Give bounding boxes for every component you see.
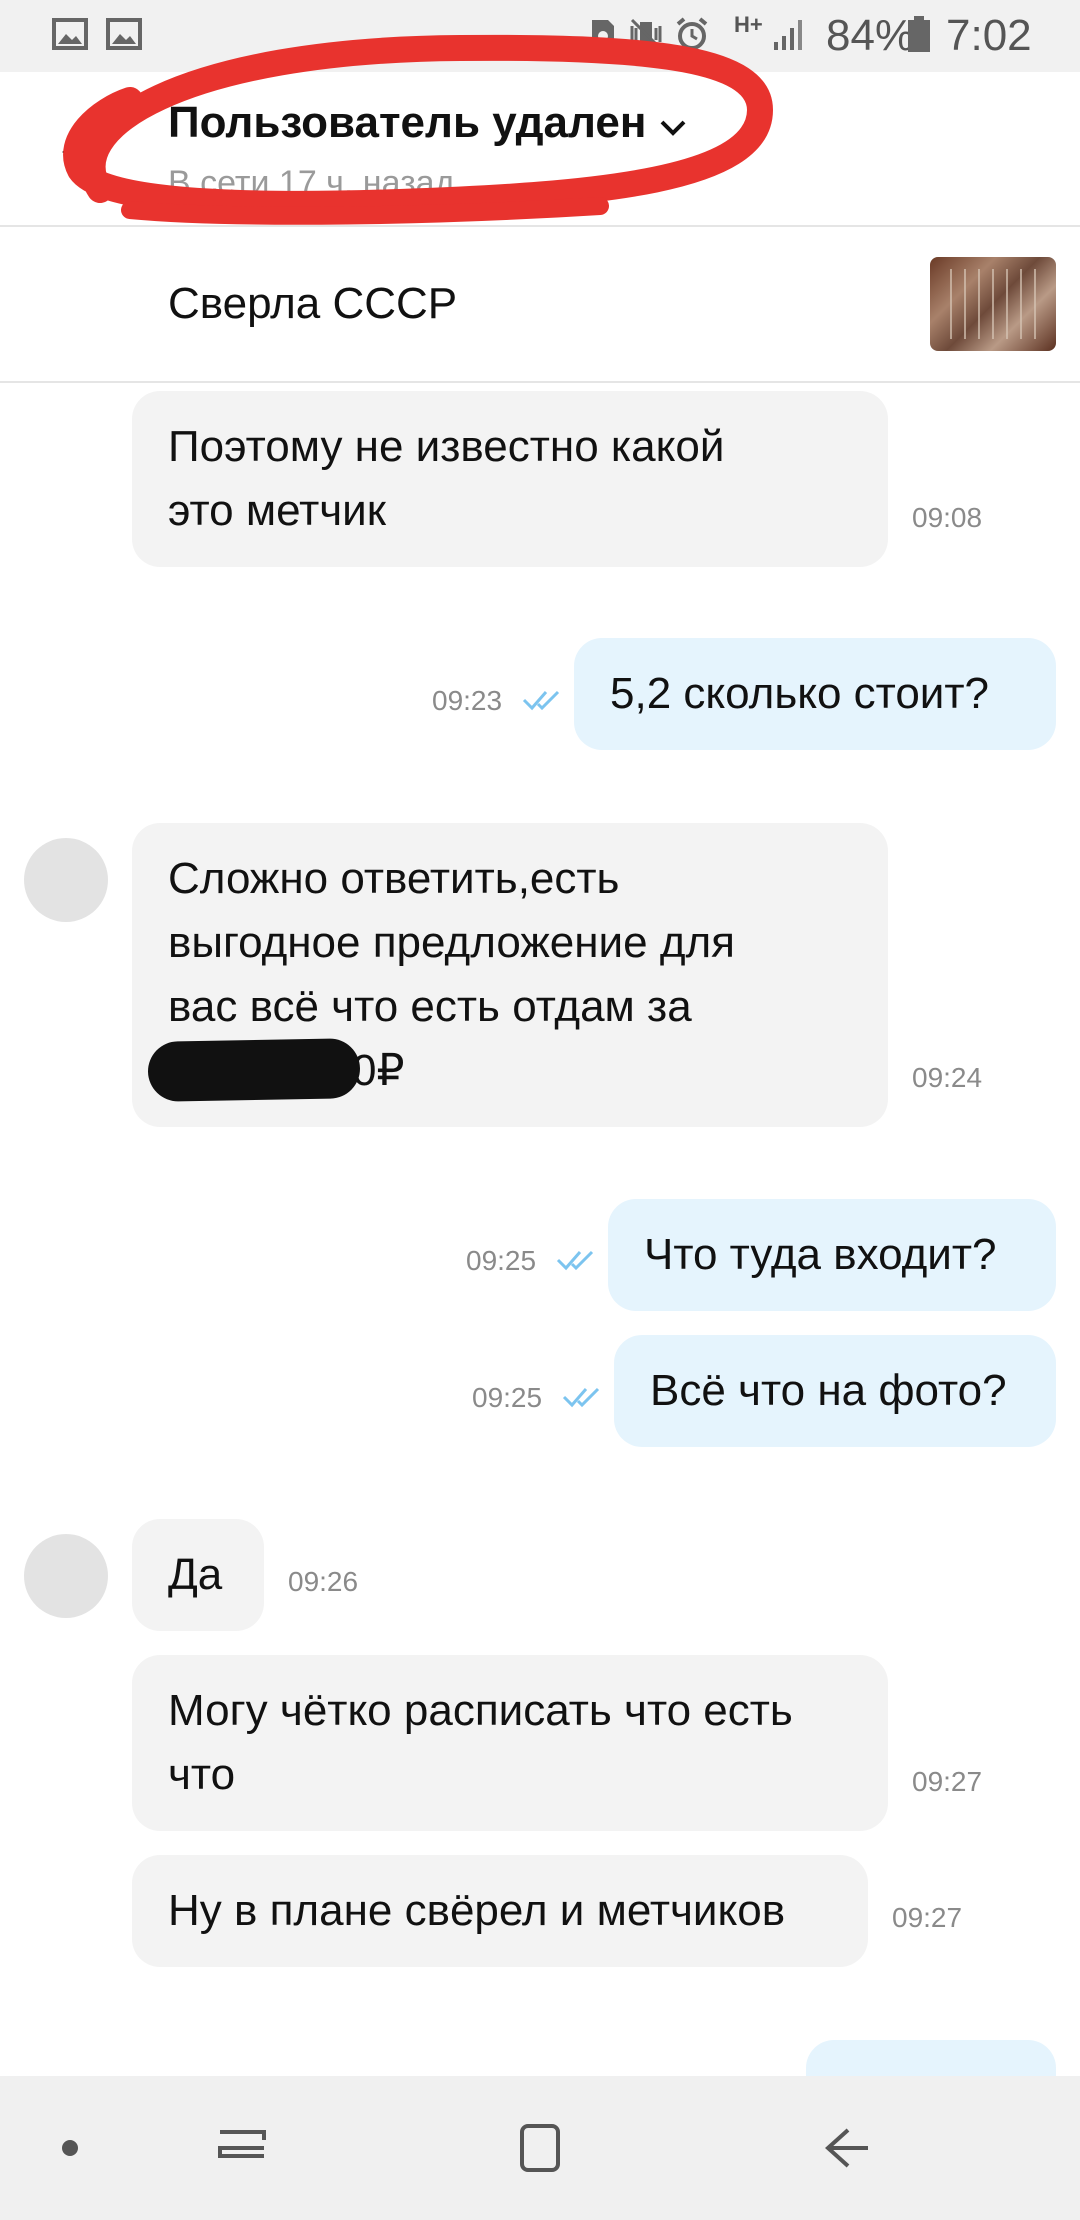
incoming-message[interactable]: Ну в плане свёрел и метчиков <box>132 1855 868 1967</box>
listing-preview[interactable]: Сверла СССР <box>0 227 1080 383</box>
image-notification-icon <box>106 18 142 50</box>
message-time: 09:25 <box>466 1245 537 1276</box>
incoming-message[interactable]: Да <box>132 1519 264 1631</box>
message-text: что <box>168 1750 236 1799</box>
message-text: Что туда входит? <box>644 1230 997 1279</box>
back-arrow-icon[interactable] <box>56 132 96 172</box>
message-text: Ну в плане свёрел и метчиков <box>168 1886 786 1935</box>
incoming-message[interactable]: Могу чётко расписать что есть что <box>132 1655 888 1831</box>
chevron-down-icon[interactable] <box>658 116 688 140</box>
message-time: 09:26 <box>288 1566 359 1597</box>
last-seen-status: В сети 17 ч. назад <box>168 164 455 202</box>
back-icon[interactable] <box>816 2118 876 2178</box>
image-notification-icon <box>52 18 88 50</box>
message-text: Поэтому не известно какой <box>168 422 725 471</box>
message-time: 09:27 <box>912 1766 983 1797</box>
message-text: Да <box>168 1550 223 1599</box>
incoming-message[interactable]: Поэтому не известно какой это метчик <box>132 391 888 567</box>
signal-icon <box>774 20 802 50</box>
outgoing-message[interactable]: Что туда входит? <box>608 1199 1056 1311</box>
outgoing-message[interactable]: 5,2 сколько стоит? <box>574 638 1056 750</box>
sim-icon <box>592 20 614 48</box>
avatar[interactable] <box>24 1534 108 1618</box>
network-type: H+ <box>734 12 763 37</box>
battery-percent: 84% <box>826 11 915 60</box>
read-checkmarks-icon <box>562 1387 600 1408</box>
status-time: 7:02 <box>946 11 1032 60</box>
chat-header: Пользователь удален В сети 17 ч. назад <box>0 72 1080 227</box>
message-text: это метчик <box>168 486 387 535</box>
contact-name[interactable]: Пользователь удален <box>168 98 646 148</box>
message-time: 09:25 <box>472 1382 543 1413</box>
outgoing-message[interactable]: Всё что на фото? <box>614 1335 1056 1447</box>
home-icon[interactable] <box>510 2118 570 2178</box>
read-checkmarks-icon <box>522 690 560 711</box>
message-time: 09:23 <box>432 685 503 716</box>
message-time: 09:08 <box>912 502 983 533</box>
listing-thumbnail[interactable] <box>930 257 1056 351</box>
message-text: Всё что на фото? <box>650 1366 1007 1415</box>
nav-dot-indicator <box>62 2140 78 2156</box>
listing-title[interactable]: Сверла СССР <box>168 279 457 329</box>
battery-icon <box>908 16 930 52</box>
message-text: 5,2 сколько стоит? <box>610 669 990 718</box>
message-time: 09:24 <box>912 1062 983 1093</box>
system-nav-bar <box>0 2076 1080 2220</box>
avatar[interactable] <box>24 838 108 922</box>
message-text: вас всё что есть отдам за <box>168 982 692 1031</box>
read-checkmarks-icon <box>556 1250 594 1271</box>
message-time: 09:27 <box>892 1902 963 1933</box>
redaction-scribble <box>147 1038 361 1102</box>
recent-apps-icon[interactable] <box>212 2118 272 2178</box>
vibrate-mute-icon <box>630 18 662 50</box>
alarm-icon <box>676 17 708 50</box>
message-text: Сложно ответить,есть <box>168 854 620 903</box>
message-text: Могу чётко расписать что есть <box>168 1686 793 1735</box>
status-bar: H+ 84% 7:02 <box>0 0 1080 72</box>
message-text: выгодное предложение для <box>168 918 735 967</box>
